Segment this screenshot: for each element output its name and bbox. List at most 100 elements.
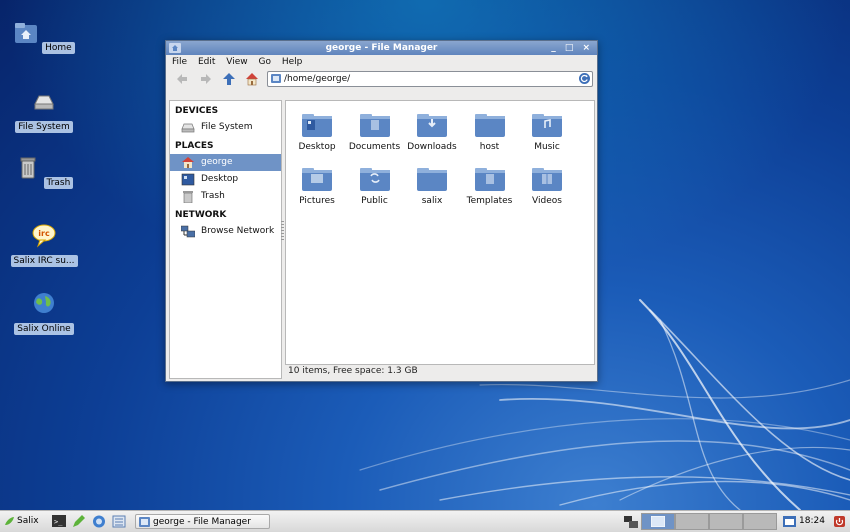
workspace-3[interactable] xyxy=(709,513,743,530)
calendar-icon xyxy=(783,516,796,527)
sidebar-item-browse-network[interactable]: Browse Network xyxy=(170,223,281,240)
desktop-icon-label: Trash xyxy=(43,177,74,189)
sidebar-item-label: Desktop xyxy=(201,174,239,184)
folder-label: Videos xyxy=(532,196,562,206)
chat-bubble-icon: irc xyxy=(32,224,56,248)
file-manager-launcher-icon[interactable] xyxy=(112,514,126,529)
desktop-icon-salix-online[interactable]: Salix Online xyxy=(9,290,79,335)
folder-pictures[interactable]: Pictures xyxy=(288,166,346,206)
trash-icon xyxy=(20,157,36,179)
location-folder-icon xyxy=(271,74,281,83)
folder-label: Downloads xyxy=(407,142,457,152)
workspace-2[interactable] xyxy=(675,513,709,530)
folder-view: Desktop Documents Downloads host Music Pictur… xyxy=(285,100,595,365)
menu-go[interactable]: Go xyxy=(258,57,270,67)
location-bar[interactable]: /home/george/ xyxy=(267,71,593,87)
browser-icon[interactable] xyxy=(92,514,106,529)
desktop-icon-irc[interactable]: irc Salix IRC su... xyxy=(9,222,79,267)
sidebar-item-desktop[interactable]: Desktop xyxy=(170,171,281,188)
taskbar-window-button[interactable]: george - File Manager xyxy=(135,514,270,529)
desktop-icon-home[interactable]: Home xyxy=(9,20,79,54)
trash-icon xyxy=(183,191,193,203)
toolbar: /home/george/ xyxy=(166,69,597,89)
folder-music[interactable]: Music xyxy=(518,112,576,152)
workspace-4[interactable] xyxy=(743,513,777,530)
pane-resize-handle[interactable] xyxy=(281,221,284,241)
terminal-icon[interactable]: >_ xyxy=(52,514,66,529)
window-folder-icon xyxy=(139,517,150,527)
drive-icon xyxy=(34,95,54,110)
folder-label: salix xyxy=(421,196,443,206)
desktop-icon-file-system[interactable]: File System xyxy=(9,88,79,133)
clock[interactable]: 18:24 xyxy=(783,514,827,529)
menu-bar: File Edit View Go Help xyxy=(166,55,597,69)
window-title: george - File Manager xyxy=(325,43,438,53)
desktop-icon-trash[interactable]: Trash xyxy=(9,155,79,189)
location-path: /home/george/ xyxy=(284,74,351,84)
menu-view[interactable]: View xyxy=(226,57,247,67)
sidebar-item-label: File System xyxy=(201,122,253,132)
home-icon xyxy=(182,157,194,168)
sidebar: DEVICES File System PLACES george Deskto… xyxy=(169,100,282,379)
forward-arrow-icon[interactable] xyxy=(199,72,213,86)
taskbar: Salix >_ george - File Manager 18:24 xyxy=(0,510,850,532)
file-manager-window: george - File Manager _ □ × File Edit Vi… xyxy=(165,40,598,382)
desktop-icon xyxy=(181,173,195,186)
logout-icon[interactable] xyxy=(833,514,846,529)
folder-label: Templates xyxy=(466,196,513,206)
window-home-icon xyxy=(169,43,181,53)
clock-time: 18:24 xyxy=(799,516,825,526)
desktop-icon-label: Salix IRC su... xyxy=(10,255,78,267)
window-controls[interactable]: _ □ × xyxy=(551,41,593,55)
desktop-icon-label: File System xyxy=(15,121,73,133)
window-titlebar[interactable]: george - File Manager _ □ × xyxy=(166,41,597,55)
menu-file[interactable]: File xyxy=(172,57,187,67)
folder-label: Music xyxy=(534,142,560,152)
folder-icon xyxy=(302,114,332,137)
globe-icon xyxy=(34,293,54,313)
menu-edit[interactable]: Edit xyxy=(198,57,215,67)
folder-icon xyxy=(474,168,505,191)
up-arrow-icon[interactable] xyxy=(222,72,236,86)
folder-label: Pictures xyxy=(299,196,335,206)
folder-host[interactable]: host xyxy=(461,112,519,152)
workspace-1[interactable] xyxy=(641,513,675,530)
folder-label: Desktop xyxy=(298,142,336,152)
folder-icon xyxy=(532,114,562,137)
sidebar-item-trash[interactable]: Trash xyxy=(170,188,281,205)
reload-icon[interactable] xyxy=(579,73,590,84)
sidebar-item-file-system[interactable]: File System xyxy=(170,119,281,136)
folder-templates[interactable]: Templates xyxy=(461,166,519,206)
sidebar-header-places: PLACES xyxy=(175,141,214,151)
folder-desktop[interactable]: Desktop xyxy=(288,112,346,152)
network-tray-icon[interactable] xyxy=(624,514,638,529)
sidebar-item-label: george xyxy=(201,157,233,167)
back-arrow-icon[interactable] xyxy=(175,72,189,86)
editor-icon[interactable] xyxy=(72,514,86,529)
folder-label: Documents xyxy=(348,142,401,152)
sidebar-item-label: Browse Network xyxy=(201,226,275,236)
desktop-icon-label: Salix Online xyxy=(14,323,74,335)
folder-documents[interactable]: Documents xyxy=(346,112,404,152)
sidebar-header-devices: DEVICES xyxy=(175,106,219,116)
folder-icon xyxy=(302,168,332,191)
folder-public[interactable]: Public xyxy=(346,166,404,206)
folder-label: Public xyxy=(361,196,388,206)
drive-icon xyxy=(181,123,195,133)
folder-downloads[interactable]: Downloads xyxy=(403,112,461,152)
folder-videos[interactable]: Videos xyxy=(518,166,576,206)
network-icon xyxy=(181,225,195,238)
folder-icon xyxy=(532,168,562,191)
folder-salix[interactable]: salix xyxy=(403,166,461,206)
menu-help[interactable]: Help xyxy=(282,57,303,67)
svg-text:>_: >_ xyxy=(54,518,63,526)
folder-icon xyxy=(359,114,390,137)
desktop-icon-label: Home xyxy=(42,42,75,54)
sidebar-item-label: Trash xyxy=(201,191,225,201)
start-menu-button[interactable]: Salix xyxy=(3,514,45,529)
folder-label: host xyxy=(479,142,500,152)
home-icon[interactable] xyxy=(245,72,259,86)
sidebar-item-george[interactable]: george xyxy=(170,154,281,171)
folder-icon xyxy=(474,114,505,137)
status-bar: 10 items, Free space: 1.3 GB xyxy=(288,366,418,376)
